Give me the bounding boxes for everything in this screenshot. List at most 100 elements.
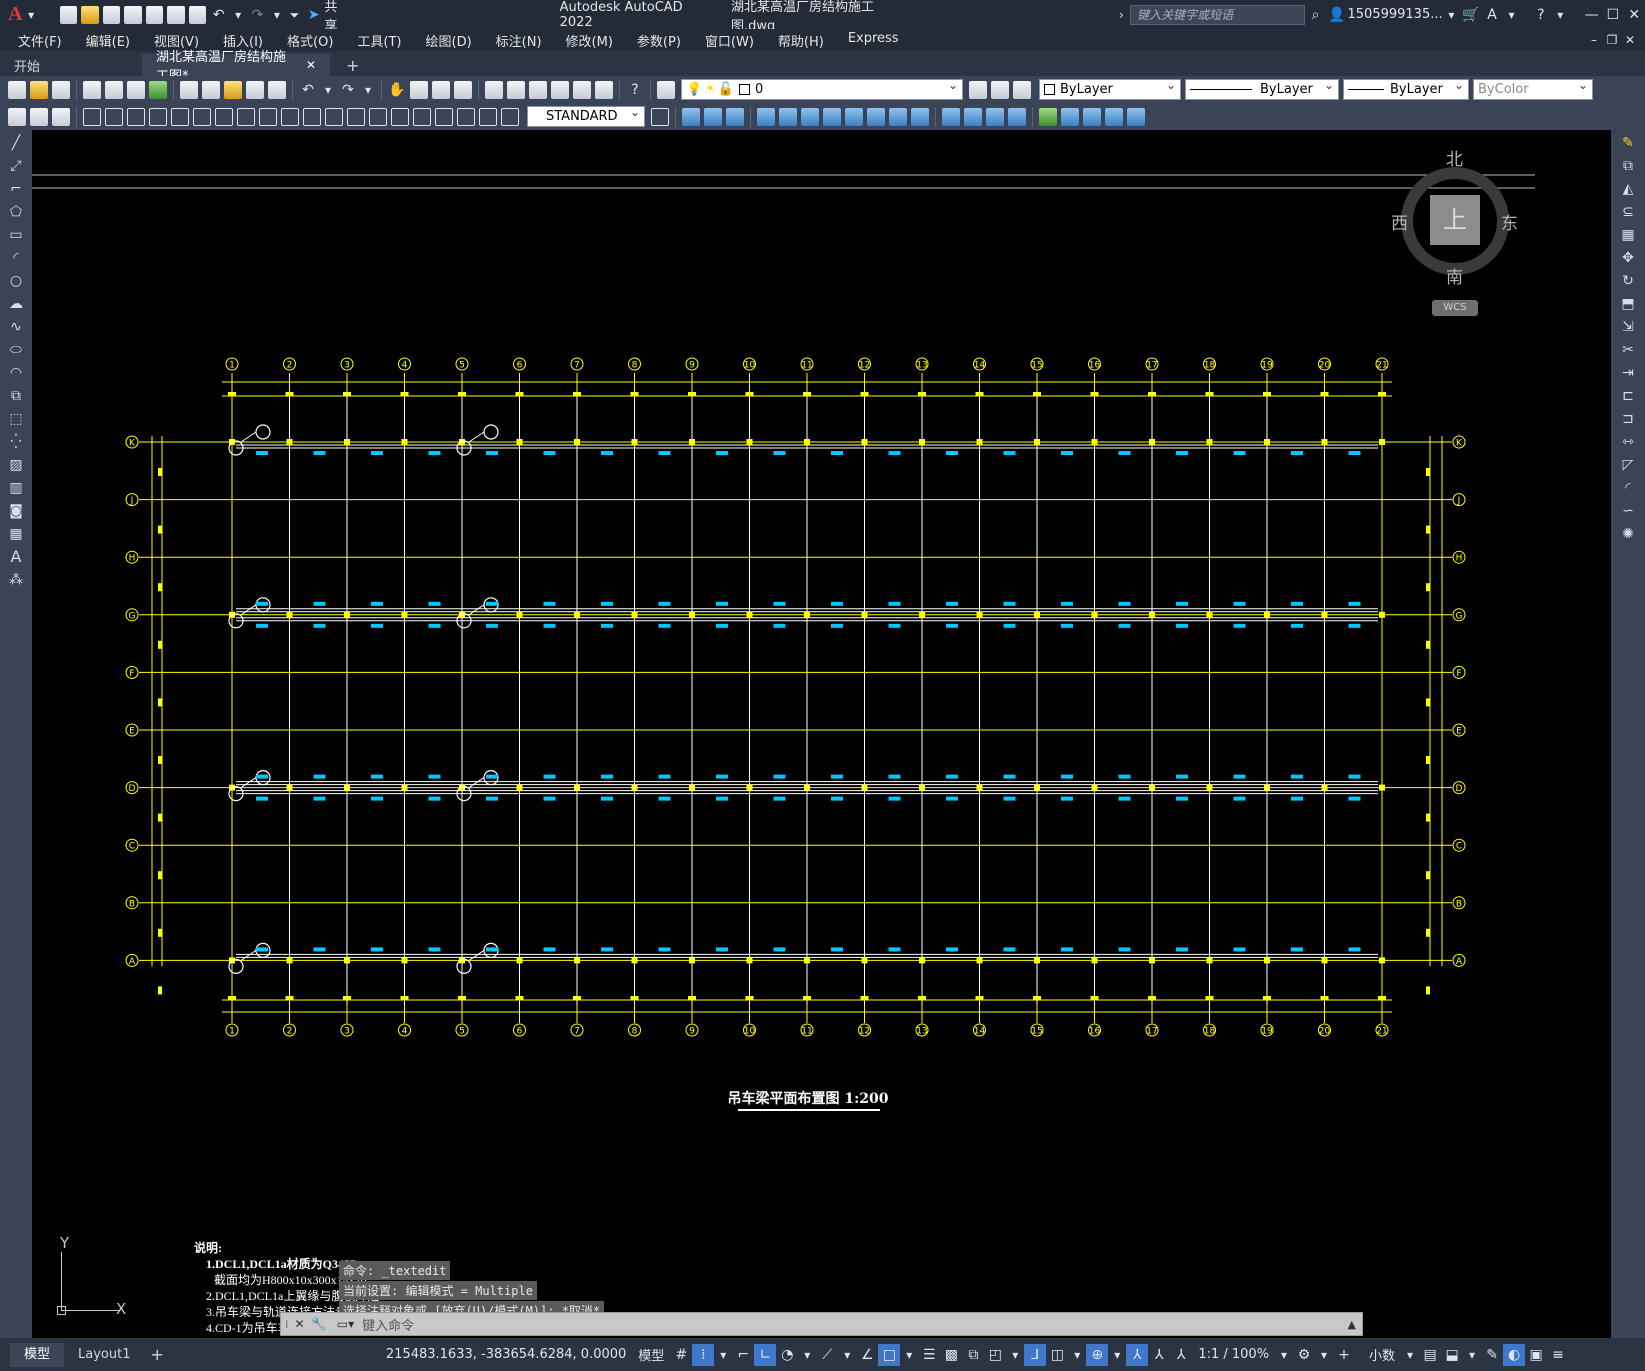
user-name[interactable]: 1505999135...	[1348, 7, 1443, 22]
transparency-icon[interactable]: ▩	[940, 1344, 962, 1366]
compass-west[interactable]: 西	[1391, 209, 1408, 234]
layout-tab-model[interactable]: 模型	[10, 1342, 65, 1367]
plot-icon[interactable]	[188, 5, 207, 24]
3d-osnap-icon[interactable]: ◰	[984, 1344, 1006, 1366]
compass-south[interactable]: 南	[1446, 263, 1463, 288]
share-icon[interactable]: ➤	[303, 4, 324, 26]
save-icon[interactable]	[52, 80, 70, 99]
lineweight-dropdown[interactable]: ByLayer	[1343, 78, 1469, 100]
extend-icon[interactable]: ⇥	[1618, 363, 1638, 383]
tab-start[interactable]: 开始	[0, 54, 140, 76]
match-properties-icon[interactable]	[246, 80, 264, 99]
chevron-down-icon[interactable]: ▾	[22, 4, 39, 26]
zoom-previous-icon[interactable]	[454, 80, 472, 99]
3d-align-icon[interactable]	[1083, 107, 1101, 126]
object-snap-tracking-icon[interactable]: ∠	[856, 1344, 878, 1366]
add-layout-icon[interactable]: +	[144, 1345, 169, 1364]
menu-item-9[interactable]: 参数(P)	[625, 31, 693, 50]
doc-restore-icon[interactable]: ❐	[1603, 29, 1621, 51]
new-tab-button[interactable]: +	[332, 54, 373, 76]
fillet-icon[interactable]: ◜	[1618, 478, 1638, 498]
rotate-icon[interactable]: ↻	[1618, 271, 1638, 291]
blend-icon[interactable]: ∽	[1618, 501, 1638, 521]
cart-icon[interactable]: 🛒	[1460, 4, 1481, 26]
chamfer-icon[interactable]: ◸	[1618, 455, 1638, 475]
dimension-text-edit-icon[interactable]	[479, 107, 497, 126]
copy-icon[interactable]	[202, 80, 220, 99]
layer-state-icon[interactable]	[1013, 80, 1031, 99]
menu-item-6[interactable]: 绘图(D)	[414, 31, 484, 50]
selection-filter-icon[interactable]: ◫	[1046, 1344, 1068, 1366]
lightbulb-icon[interactable]: 💡	[686, 82, 702, 97]
annotation-scale[interactable]: 1:1 / 100%	[1192, 1347, 1275, 1362]
isodraft-icon[interactable]: ⟋	[816, 1344, 838, 1366]
aligned-dimension-icon[interactable]	[105, 107, 123, 126]
chamfer-edge-icon[interactable]	[964, 107, 982, 126]
undo-icon[interactable]: ↶	[208, 4, 229, 26]
sheet-set-icon[interactable]	[551, 80, 569, 99]
draw-order-icon[interactable]	[8, 107, 26, 126]
array-icon[interactable]: ▦	[1618, 225, 1638, 245]
add-selected-icon[interactable]: ⁂	[6, 570, 26, 590]
help-icon[interactable]: ?	[624, 79, 646, 101]
doc-minimize-icon[interactable]: –	[1585, 29, 1603, 51]
chevron-down-icon[interactable]: ▾	[1503, 4, 1520, 26]
jogged-linear-icon[interactable]	[435, 107, 453, 126]
chevron-down-icon[interactable]: ▾	[1275, 1344, 1293, 1366]
ordinate-dimension-icon[interactable]	[149, 107, 167, 126]
dimension-break-icon[interactable]	[347, 107, 365, 126]
rectangle-icon[interactable]: ▭	[6, 225, 26, 245]
make-block-icon[interactable]: ⬚	[6, 409, 26, 429]
arc-length-icon[interactable]	[127, 107, 145, 126]
wrench-icon[interactable]: 🔧	[311, 1317, 327, 1332]
hatch-icon[interactable]: ▨	[6, 455, 26, 475]
paste-icon[interactable]	[224, 80, 242, 99]
layer-dropdown[interactable]: 💡 ☀ 🔓 0	[681, 78, 963, 100]
tool-palettes-icon[interactable]	[529, 80, 547, 99]
angular-dimension-icon[interactable]	[237, 107, 255, 126]
export-icon[interactable]	[167, 5, 185, 24]
mirror-icon[interactable]: ◭	[1618, 179, 1638, 199]
save-as-icon[interactable]	[124, 5, 142, 24]
viewcube[interactable]: 上 北 南 西 东 WCS	[1391, 145, 1519, 321]
menu-item-5[interactable]: 工具(T)	[345, 31, 413, 50]
diameter-dimension-icon[interactable]	[215, 107, 233, 126]
annotation-scale-icon[interactable]: ⅄	[1170, 1344, 1192, 1366]
dimension-space-icon[interactable]	[325, 107, 343, 126]
point-icon[interactable]: ⁛	[6, 432, 26, 452]
object-snap-icon[interactable]: □	[878, 1343, 901, 1366]
break-icon[interactable]: ⊐	[1618, 409, 1638, 429]
menu-item-7[interactable]: 标注(N)	[484, 31, 554, 50]
plotstyle-dropdown[interactable]: ByColor	[1473, 78, 1593, 100]
search-icon[interactable]: ⌕	[1305, 4, 1326, 26]
units-display[interactable]: 小数	[1363, 1345, 1401, 1364]
region-icon[interactable]: ◙	[6, 501, 26, 521]
redo-icon[interactable]: ↷	[337, 79, 359, 101]
move-icon[interactable]: ✥	[1618, 248, 1638, 268]
join-icon[interactable]: ⇿	[1618, 432, 1638, 452]
revision-cloud-icon[interactable]: ☁	[6, 294, 26, 314]
erase-icon[interactable]: ✎	[1618, 133, 1638, 153]
graphics-performance-icon[interactable]: ◐	[1503, 1343, 1526, 1366]
markup-icon[interactable]	[573, 80, 591, 99]
chevron-down-icon[interactable]: ▾	[1006, 1344, 1024, 1366]
open-icon[interactable]	[30, 80, 48, 99]
annotation-visibility-icon[interactable]: ⅄	[1126, 1343, 1149, 1366]
ortho-icon[interactable]: ∟	[754, 1343, 777, 1366]
undo-icon[interactable]: ↶	[297, 79, 319, 101]
autocad-logo[interactable]: A	[8, 3, 22, 26]
construction-line-icon[interactable]: ⤢	[6, 156, 26, 176]
gradient-icon[interactable]: ▥	[6, 478, 26, 498]
block-editor-icon[interactable]	[268, 80, 286, 99]
tab-drawing[interactable]: 湖北某高温厂房结构施工图*✕	[142, 50, 330, 84]
menu-item-1[interactable]: 编辑(E)	[74, 31, 142, 50]
circle-icon[interactable]: ○	[6, 271, 26, 291]
cut-icon[interactable]	[180, 80, 198, 99]
chevron-down-icon[interactable]: ▾	[229, 4, 246, 26]
chevron-right-icon[interactable]: ›	[1113, 4, 1130, 26]
interfere-icon[interactable]	[911, 107, 929, 126]
publish-icon[interactable]	[127, 80, 145, 99]
chevron-down-icon[interactable]: ▾	[319, 79, 337, 101]
properties-icon[interactable]	[485, 80, 503, 99]
open-file-icon[interactable]	[81, 5, 99, 24]
